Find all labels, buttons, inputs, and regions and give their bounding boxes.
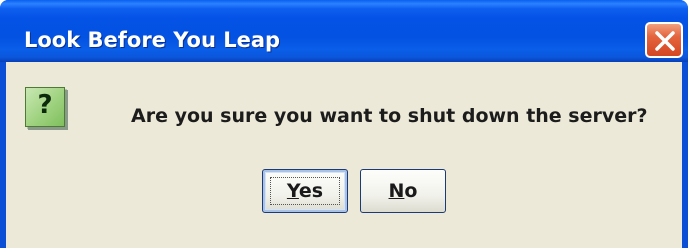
title-bar[interactable]: Look Before You Leap — [0, 0, 688, 62]
yes-button-label: es — [298, 180, 324, 202]
no-button-label: o — [404, 180, 418, 202]
dialog-window: Look Before You Leap ? Are you sure you … — [0, 0, 688, 248]
dialog-message: Are you sure you want to shut down the s… — [131, 105, 648, 127]
question-icon: ? — [25, 87, 65, 127]
close-button[interactable] — [645, 22, 683, 58]
question-icon-glyph: ? — [37, 90, 53, 120]
yes-button-mnemonic: Y — [286, 180, 299, 202]
dialog-body: ? Are you sure you want to shut down the… — [6, 62, 682, 248]
no-button[interactable]: No — [360, 169, 446, 213]
yes-button[interactable]: Yes — [262, 169, 348, 213]
close-icon — [655, 31, 675, 51]
no-button-mnemonic: N — [388, 180, 405, 202]
dialog-title: Look Before You Leap — [24, 28, 281, 52]
